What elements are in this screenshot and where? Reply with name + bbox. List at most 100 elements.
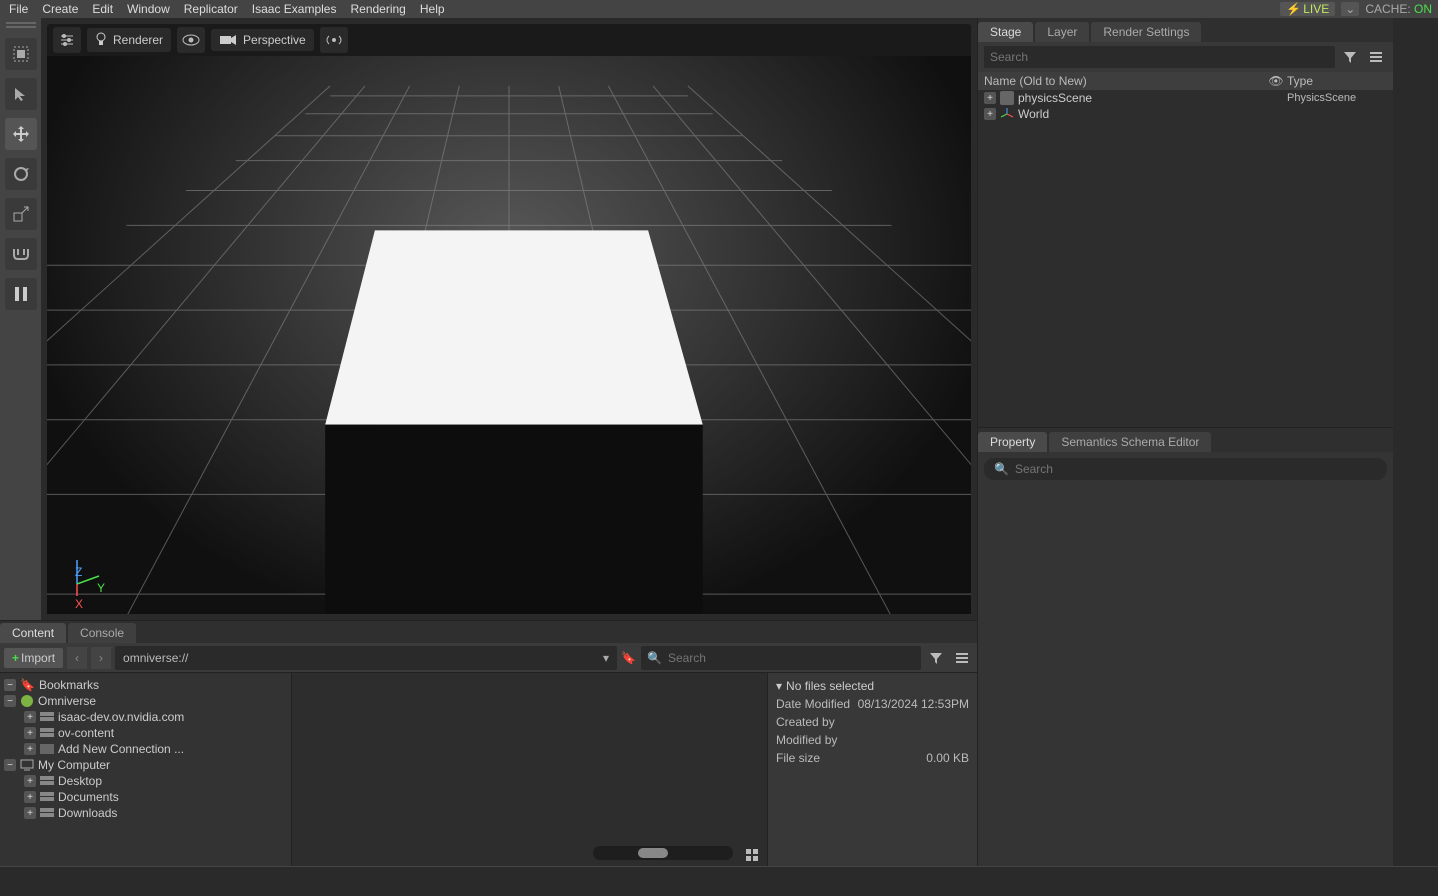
tree-item[interactable]: +Desktop bbox=[2, 773, 289, 789]
stage-row[interactable]: +World bbox=[978, 106, 1393, 122]
tree-label: Bookmarks bbox=[39, 678, 99, 692]
expand-icon[interactable]: + bbox=[984, 92, 996, 104]
collapse-icon[interactable]: − bbox=[4, 695, 16, 707]
tab-semantics[interactable]: Semantics Schema Editor bbox=[1049, 432, 1211, 452]
menu-file[interactable]: File bbox=[2, 2, 35, 16]
stage-tabs: Stage Layer Render Settings bbox=[978, 18, 1393, 42]
select-tool[interactable] bbox=[5, 38, 37, 70]
menu-window[interactable]: Window bbox=[120, 2, 177, 16]
tree-item[interactable]: + Add New Connection ... bbox=[2, 741, 289, 757]
bookmark-icon[interactable]: 🔖 bbox=[621, 651, 637, 665]
axis-y-label: Y bbox=[97, 582, 105, 594]
filter-icon[interactable] bbox=[925, 647, 947, 669]
tree-item[interactable]: + Documents bbox=[2, 789, 289, 805]
property-panel: Property Semantics Schema Editor 🔍 bbox=[978, 428, 1393, 866]
path-input[interactable]: omniverse:// ▾ bbox=[115, 646, 617, 670]
right-column: Stage Layer Render Settings Name (Old to… bbox=[977, 18, 1393, 866]
modified-by-label: Modified by bbox=[776, 733, 837, 747]
thumbnail-size-slider[interactable] bbox=[593, 846, 733, 860]
tab-content[interactable]: Content bbox=[0, 623, 66, 643]
menu-items: File Create Edit Window Replicator Isaac… bbox=[2, 2, 452, 16]
tab-console[interactable]: Console bbox=[68, 623, 136, 643]
expand-icon[interactable]: + bbox=[24, 775, 36, 787]
scale-tool[interactable] bbox=[5, 198, 37, 230]
expand-icon[interactable]: + bbox=[24, 727, 36, 739]
grid-toggle-icon[interactable] bbox=[745, 848, 759, 862]
stage-type-col[interactable]: Type bbox=[1287, 74, 1387, 88]
tab-stage[interactable]: Stage bbox=[978, 22, 1033, 42]
stage-panel: Stage Layer Render Settings Name (Old to… bbox=[978, 18, 1393, 428]
content-search-input[interactable] bbox=[668, 651, 915, 665]
expand-icon[interactable]: + bbox=[24, 791, 36, 803]
menu-replicator[interactable]: Replicator bbox=[177, 2, 245, 16]
broadcast-icon[interactable] bbox=[320, 27, 348, 53]
tree-label: Add New Connection ... bbox=[58, 742, 184, 756]
expand-icon[interactable]: + bbox=[24, 743, 36, 755]
collapse-icon[interactable]: − bbox=[4, 759, 16, 771]
property-search-input[interactable] bbox=[1015, 462, 1377, 476]
viewport[interactable]: Z Y X bbox=[47, 56, 971, 614]
property-search[interactable]: 🔍 bbox=[984, 458, 1387, 480]
move-tool[interactable] bbox=[5, 118, 37, 150]
menu-status: ⚡ LIVE ⌄ CACHE: ON bbox=[1280, 2, 1436, 16]
nav-back[interactable]: ‹ bbox=[67, 647, 87, 669]
content-search[interactable]: 🔍 bbox=[641, 646, 921, 670]
live-button[interactable]: ⚡ LIVE bbox=[1280, 2, 1335, 16]
tree-item[interactable]: −Omniverse bbox=[2, 693, 289, 709]
snap-tool[interactable] bbox=[5, 238, 37, 270]
nav-forward[interactable]: › bbox=[91, 647, 111, 669]
stage-filter-icon[interactable] bbox=[1339, 46, 1361, 68]
tree-item[interactable]: +Downloads bbox=[2, 805, 289, 821]
perspective-label: Perspective bbox=[243, 33, 306, 47]
import-button[interactable]: + Import bbox=[4, 648, 63, 668]
stage-search-input[interactable] bbox=[990, 50, 1329, 64]
tab-render-settings[interactable]: Render Settings bbox=[1091, 22, 1201, 42]
tree-label: My Computer bbox=[38, 758, 110, 772]
menu-rendering[interactable]: Rendering bbox=[343, 2, 412, 16]
options-icon[interactable] bbox=[951, 647, 973, 669]
stage-name-col[interactable]: Name (Old to New) bbox=[984, 74, 1265, 88]
detail-header-label: No files selected bbox=[786, 679, 874, 693]
expand-icon[interactable]: + bbox=[24, 711, 36, 723]
prim-icon bbox=[1000, 107, 1014, 121]
menu-isaac-examples[interactable]: Isaac Examples bbox=[245, 2, 344, 16]
content-body: −🔖Bookmarks−Omniverse+isaac-dev.ov.nvidi… bbox=[0, 673, 977, 866]
grip-icon bbox=[6, 22, 36, 30]
bulb-icon bbox=[95, 32, 107, 48]
tree-item[interactable]: +isaac-dev.ov.nvidia.com bbox=[2, 709, 289, 725]
property-search-row: 🔍 bbox=[978, 452, 1393, 486]
tree-icon: 🔖 bbox=[20, 678, 35, 692]
live-dropdown[interactable]: ⌄ bbox=[1341, 2, 1359, 16]
rotate-tool[interactable] bbox=[5, 158, 37, 190]
content-tabs: Content Console bbox=[0, 621, 977, 643]
tree-item[interactable]: −🔖 Bookmarks bbox=[2, 677, 289, 693]
tree-icon bbox=[40, 776, 54, 786]
content-thumbnails[interactable] bbox=[292, 673, 767, 866]
prim-type: PhysicsScene bbox=[1287, 92, 1387, 104]
camera-dropdown[interactable]: Perspective bbox=[211, 29, 314, 51]
cursor-tool[interactable] bbox=[5, 78, 37, 110]
viewport-settings-icon[interactable] bbox=[53, 27, 81, 53]
tree-item[interactable]: +ov-content bbox=[2, 725, 289, 741]
tab-layer[interactable]: Layer bbox=[1035, 22, 1089, 42]
tab-property[interactable]: Property bbox=[978, 432, 1047, 452]
prim-name: physicsScene bbox=[1018, 91, 1283, 105]
renderer-dropdown[interactable]: Renderer bbox=[87, 28, 171, 52]
visibility-col-icon[interactable]: 👁 bbox=[1265, 74, 1287, 88]
menu-help[interactable]: Help bbox=[413, 2, 452, 16]
expand-icon[interactable]: + bbox=[984, 108, 996, 120]
expand-icon[interactable]: + bbox=[24, 807, 36, 819]
collapse-icon[interactable]: − bbox=[4, 679, 16, 691]
eye-icon[interactable] bbox=[177, 27, 205, 53]
stage-options-icon[interactable] bbox=[1365, 46, 1387, 68]
tree-item[interactable]: − My Computer bbox=[2, 757, 289, 773]
live-label: LIVE bbox=[1303, 2, 1329, 16]
detail-header[interactable]: ▾ No files selected bbox=[776, 679, 969, 693]
tree-label: Documents bbox=[58, 790, 119, 804]
status-bar bbox=[0, 866, 1438, 896]
stage-search[interactable] bbox=[984, 46, 1335, 68]
menu-create[interactable]: Create bbox=[35, 2, 85, 16]
pause-button[interactable] bbox=[5, 278, 37, 310]
stage-row[interactable]: + physicsScene PhysicsScene bbox=[978, 90, 1393, 106]
menu-edit[interactable]: Edit bbox=[85, 2, 120, 16]
